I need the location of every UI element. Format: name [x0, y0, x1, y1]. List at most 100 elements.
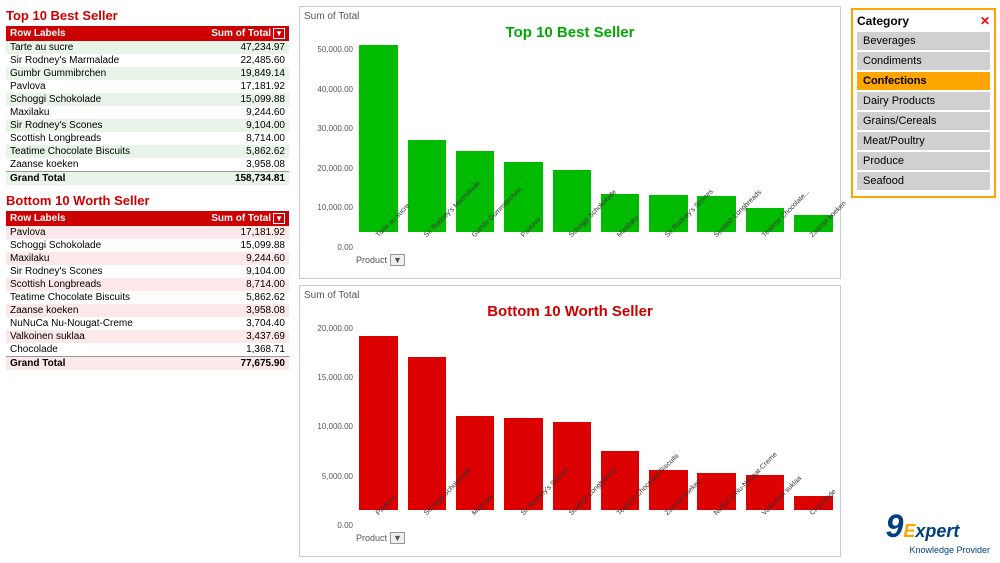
- grand-total-value: 158,734.81: [179, 172, 289, 186]
- logo-number: 9: [886, 508, 904, 545]
- row-value: 5,862.62: [179, 145, 289, 158]
- bar-wrap: Valkoinen suklaa: [742, 324, 787, 527]
- row-value: 9,104.00: [180, 265, 289, 278]
- logo: 9Expert: [851, 508, 994, 545]
- category-item[interactable]: Dairy Products: [857, 92, 990, 110]
- bar-wrap: Scottish Longbreads: [549, 324, 594, 527]
- y-axis-label: 10,000.00: [304, 203, 353, 212]
- bar-wrap: NuNuCa Nu-Nougat-Creme: [694, 324, 739, 527]
- bar-label: Scottish Longbreads: [713, 228, 729, 244]
- top-table-section: Top 10 Best Seller Row Labels Sum of Tot…: [6, 8, 289, 185]
- top-chart-sum-label: Sum of Total: [304, 11, 836, 22]
- row-value: 3,958.08: [179, 158, 289, 172]
- category-item[interactable]: Grains/Cereals: [857, 112, 990, 130]
- row-value: 3,437.69: [180, 330, 289, 343]
- row-value: 8,714.00: [179, 132, 289, 145]
- category-item[interactable]: Confections: [857, 72, 990, 90]
- sort-icon[interactable]: ▼: [273, 28, 285, 39]
- table-row: Schoggi Schokolade15,099.88: [6, 93, 289, 106]
- category-item[interactable]: Meat/Poultry: [857, 132, 990, 150]
- table-row: Sir Rodney's Scones9,104.00: [6, 265, 289, 278]
- top-table-title: Top 10 Best Seller: [6, 8, 289, 23]
- table-row: Scottish Longbreads8,714.00: [6, 278, 289, 291]
- logo-tagline: Knowledge Provider: [851, 545, 994, 555]
- bottom-filter-icon[interactable]: ▼: [390, 532, 405, 544]
- left-panel: Top 10 Best Seller Row Labels Sum of Tot…: [0, 0, 295, 563]
- logo-e: E: [903, 521, 915, 542]
- table-row: Valkoinen suklaa3,437.69: [6, 330, 289, 343]
- logo-word: xpert: [915, 521, 959, 542]
- category-item[interactable]: Beverages: [857, 32, 990, 50]
- bar-label: Sir Rodney's Scones: [664, 228, 680, 244]
- row-label: Tarte au sucre: [6, 41, 179, 54]
- bar-label: Schoggi Schokolade: [423, 506, 439, 522]
- bar-wrap: Chocolade: [791, 324, 836, 527]
- bar-wrap: Tarte au sucre: [356, 45, 401, 248]
- row-value: 5,862.62: [180, 291, 289, 304]
- row-label: Valkoinen suklaa: [6, 330, 180, 343]
- bar-wrap: Pavlova: [356, 324, 401, 527]
- top-filter-icon[interactable]: ▼: [390, 254, 405, 266]
- bar-label: Sir Rodney's Scones: [520, 506, 536, 522]
- table-row: Pavlova17,181.92: [6, 226, 289, 239]
- bar-wrap: Schoggi Schokolade: [404, 324, 449, 527]
- top-chart-title: Top 10 Best Seller: [304, 24, 836, 41]
- row-label: NuNuCa Nu-Nougat-Creme: [6, 317, 180, 330]
- sort-icon-bottom[interactable]: ▼: [273, 213, 285, 224]
- row-label: Zaanse koeken: [6, 304, 180, 317]
- category-item[interactable]: Seafood: [857, 172, 990, 190]
- row-label: Chocolade: [6, 343, 180, 357]
- bar-wrap: Sir Rodney's Scones: [501, 324, 546, 527]
- bottom-table: Row Labels Sum of Total ▼ Pavlova17,181.…: [6, 211, 289, 370]
- table-row: Pavlova17,181.92: [6, 80, 289, 93]
- category-close-icon[interactable]: ✕: [980, 14, 990, 28]
- bar: [408, 357, 447, 510]
- bar-wrap: Zaanse koeken: [791, 45, 836, 248]
- row-label: Pavlova: [6, 226, 180, 239]
- bar-label: Sir Rodney's Marmalade: [423, 228, 439, 244]
- y-axis-label: 10,000.00: [304, 422, 353, 431]
- grand-total-value: 77,675.90: [180, 357, 289, 371]
- top-table: Row Labels Sum of Total ▼ Tarte au sucre…: [6, 26, 289, 185]
- table-row: Scottish Longbreads8,714.00: [6, 132, 289, 145]
- top-chart-y-axis: 50,000.0040,000.0030,000.0020,000.0010,0…: [304, 45, 356, 266]
- category-item[interactable]: Produce: [857, 152, 990, 170]
- row-value: 9,244.60: [179, 106, 289, 119]
- bar-label: Teatime Chocolate...: [761, 228, 777, 244]
- row-value: 17,181.92: [180, 226, 289, 239]
- row-value: 3,958.08: [180, 304, 289, 317]
- row-label: Sir Rodney's Marmalade: [6, 54, 179, 67]
- bar-wrap: Sir Rodney's Marmalade: [404, 45, 449, 248]
- row-label: Pavlova: [6, 80, 179, 93]
- bar-wrap: Teatime Chocolate...: [742, 45, 787, 248]
- y-axis-label: 20,000.00: [304, 324, 353, 333]
- bar-label: Gumbr Gummibrchen: [471, 228, 487, 244]
- row-label: Maxilaku: [6, 252, 180, 265]
- table-row: Teatime Chocolate Biscuits5,862.62: [6, 145, 289, 158]
- table-row: Maxilaku9,244.60: [6, 252, 289, 265]
- row-label: Schoggi Schokolade: [6, 239, 180, 252]
- row-label: Sir Rodney's Scones: [6, 119, 179, 132]
- bottom-chart-box: Sum of Total Bottom 10 Worth Seller 20,0…: [299, 285, 841, 558]
- bar-label: Scottish Longbreads: [568, 506, 584, 522]
- row-label: Teatime Chocolate Biscuits: [6, 291, 180, 304]
- bar-label: Tarte au sucre: [375, 228, 390, 243]
- top-table-header-total: Sum of Total ▼: [179, 26, 289, 41]
- grand-total-row: Grand Total77,675.90: [6, 357, 289, 371]
- y-axis-label: 5,000.00: [304, 472, 353, 481]
- y-axis-label: 50,000.00: [304, 45, 353, 54]
- row-label: Sir Rodney's Scones: [6, 265, 180, 278]
- bottom-table-title: Bottom 10 Worth Seller: [6, 193, 289, 208]
- category-item[interactable]: Condiments: [857, 52, 990, 70]
- row-label: Gumbr Gummibrchen: [6, 67, 179, 80]
- bottom-chart-title: Bottom 10 Worth Seller: [304, 303, 836, 320]
- table-row: Chocolade1,368.71: [6, 343, 289, 357]
- table-row: NuNuCa Nu-Nougat-Creme3,704.40: [6, 317, 289, 330]
- row-value: 17,181.92: [179, 80, 289, 93]
- row-value: 47,234.97: [179, 41, 289, 54]
- bottom-table-section: Bottom 10 Worth Seller Row Labels Sum of…: [6, 193, 289, 370]
- table-row: Schoggi Schokolade15,099.88: [6, 239, 289, 252]
- grand-total-label: Grand Total: [6, 172, 179, 186]
- y-axis-label: 15,000.00: [304, 373, 353, 382]
- row-label: Schoggi Schokolade: [6, 93, 179, 106]
